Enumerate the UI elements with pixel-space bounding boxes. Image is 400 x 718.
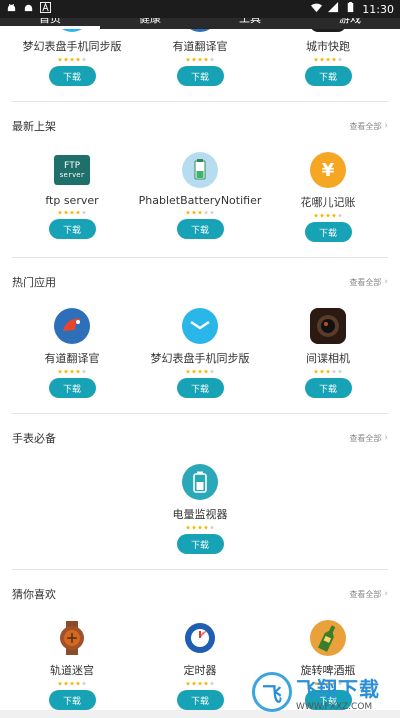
android-notification-icon <box>6 2 17 16</box>
see-all-link[interactable]: 查看全部 › <box>349 433 388 444</box>
app-name: 城市快跑 <box>306 40 350 53</box>
battery-monitor-icon <box>182 464 218 500</box>
app-name: 梦幻表盘手机同步版 <box>150 352 250 365</box>
section-title: 手表必备 <box>12 432 56 445</box>
rating-stars <box>185 210 215 215</box>
android-notification-icon <box>23 2 34 16</box>
rating-stars <box>185 525 215 530</box>
rating-stars <box>57 57 87 62</box>
section-header-guess: 猜你喜欢 查看全部 › <box>0 576 400 612</box>
divider <box>12 413 388 414</box>
see-all-link[interactable]: 查看全部 › <box>349 589 388 600</box>
chevron-right-icon: › <box>384 589 388 599</box>
chevron-right-icon: › <box>384 277 388 287</box>
download-button[interactable]: 下载 <box>176 534 224 554</box>
download-button[interactable]: 下载 <box>304 378 352 398</box>
download-button[interactable]: 下载 <box>48 219 96 239</box>
see-all-link[interactable]: 查看全部 › <box>349 277 388 288</box>
ftp-server-icon: FTP server <box>54 155 90 185</box>
app-card[interactable]: 轨道迷宫 下载 <box>12 620 132 710</box>
download-button[interactable]: 下载 <box>48 378 96 398</box>
cellular-signal-icon <box>328 2 339 16</box>
section-title: 猜你喜欢 <box>12 588 56 601</box>
status-time: 11:30 <box>362 2 394 16</box>
watermark-text: 飞翔下载 WWW.FXXZ.COM <box>296 673 380 712</box>
maze-watch-icon <box>54 620 90 656</box>
timer-watch-icon <box>182 620 218 656</box>
app-row: 有道翻译官 下载 梦幻表盘手机同步版 下载 间谍相机 下载 <box>0 308 400 398</box>
app-card[interactable]: 梦幻表盘手机同步版 下载 <box>140 308 260 398</box>
rating-stars <box>57 681 87 686</box>
beer-bottle-icon <box>310 620 346 656</box>
download-button[interactable]: 下载 <box>176 219 224 239</box>
divider <box>12 569 388 570</box>
download-button[interactable]: 下载 <box>304 222 352 242</box>
app-card[interactable]: 间谍相机 下载 <box>268 308 388 398</box>
watermark-url: WWW.FXXZ.COM <box>296 701 373 712</box>
app-name: ftp server <box>45 194 99 207</box>
watermark-main: 飞翔下载 <box>296 676 380 701</box>
rating-stars <box>185 369 215 374</box>
see-all-label: 查看全部 <box>349 121 382 131</box>
yuan-symbol: ¥ <box>321 159 335 181</box>
wifi-icon <box>311 2 323 16</box>
rating-stars <box>313 369 343 374</box>
site-watermark: 飞 飞翔下载 WWW.FXXZ.COM <box>252 670 397 714</box>
download-button[interactable]: 下载 <box>48 66 96 86</box>
app-name: 间谍相机 <box>306 352 350 365</box>
app-name: 轨道迷宫 <box>50 664 94 677</box>
chevron-right-icon: › <box>384 433 388 443</box>
rating-stars <box>185 681 215 686</box>
see-all-label: 查看全部 <box>349 433 382 443</box>
battery-notifier-icon <box>182 152 218 188</box>
divider <box>12 101 388 102</box>
app-card[interactable]: 定时器 下载 <box>140 620 260 710</box>
battery-icon <box>345 2 356 16</box>
see-all-label: 查看全部 <box>349 277 382 287</box>
rating-stars <box>313 213 343 218</box>
section-title: 热门应用 <box>12 276 56 289</box>
divider <box>12 257 388 258</box>
download-button[interactable]: 下载 <box>304 66 352 86</box>
main-content: 梦幻表盘手机同步版 下载 有道翻译官 下载 城市快跑 下载 最新上架 查看全部 › <box>0 0 400 710</box>
watermark-logo-icon: 飞 <box>252 672 292 712</box>
rating-stars <box>313 57 343 62</box>
rating-stars <box>57 210 87 215</box>
app-name: 梦幻表盘手机同步版 <box>22 40 122 53</box>
section-header-watch: 手表必备 查看全部 › <box>0 420 400 456</box>
rating-stars <box>185 57 215 62</box>
app-card[interactable]: PhabletBatteryNotifier 下载 <box>138 152 262 242</box>
server-icon-text: server <box>59 170 85 179</box>
download-button[interactable]: 下载 <box>176 66 224 86</box>
watch-face-icon <box>182 308 218 344</box>
app-card[interactable]: 电量监视器 下载 <box>140 464 260 554</box>
app-name: 花哪儿记账 <box>300 196 356 209</box>
section-title: 最新上架 <box>12 120 56 133</box>
app-name: 有道翻译官 <box>44 352 100 365</box>
app-card[interactable]: FTP server ftp server 下载 <box>12 152 132 242</box>
download-button[interactable]: 下载 <box>176 378 224 398</box>
app-row: 电量监视器 下载 <box>0 464 400 554</box>
see-all-label: 查看全部 <box>349 589 382 599</box>
download-button[interactable]: 下载 <box>176 690 224 710</box>
camera-lens-icon <box>310 308 346 344</box>
app-name: 有道翻译官 <box>172 40 228 53</box>
app-card[interactable]: 有道翻译官 下载 <box>12 308 132 398</box>
app-row: FTP server ftp server 下载 PhabletBatteryN… <box>0 152 400 242</box>
see-all-link[interactable]: 查看全部 › <box>349 121 388 132</box>
app-name: 电量监视器 <box>172 508 228 521</box>
yuan-coin-icon: ¥ <box>310 152 346 188</box>
app-name: PhabletBatteryNotifier <box>138 194 262 207</box>
parrot-icon <box>54 308 90 344</box>
section-header-hot: 热门应用 查看全部 › <box>0 264 400 300</box>
notification-a-icon <box>40 2 51 16</box>
chevron-right-icon: › <box>384 121 388 131</box>
section-header-new: 最新上架 查看全部 › <box>0 108 400 144</box>
app-name: 定时器 <box>183 664 217 677</box>
status-bar: 11:30 <box>0 0 400 18</box>
rating-stars <box>57 369 87 374</box>
ftp-icon-text: FTP <box>63 160 81 171</box>
app-card[interactable]: ¥ 花哪儿记账 下载 <box>268 152 388 242</box>
download-button[interactable]: 下载 <box>48 690 96 710</box>
